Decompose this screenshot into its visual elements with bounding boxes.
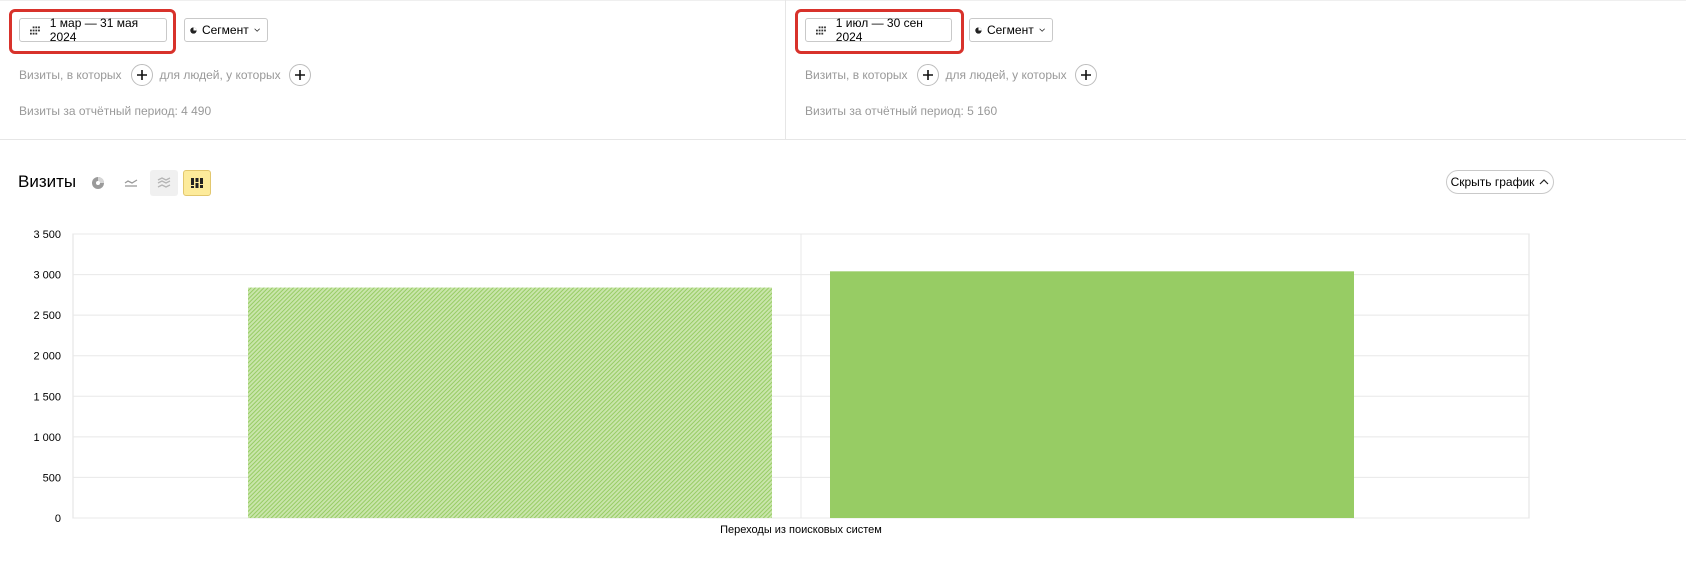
filter-people-label: для людей, у которых [159, 68, 281, 82]
bar-view-button[interactable] [183, 170, 211, 196]
x-axis-labels: Переходы из поисковых систем [720, 524, 882, 536]
line-view-button[interactable] [117, 170, 145, 196]
segment-button[interactable]: Сегмент [969, 18, 1053, 42]
period-total-visits: Визиты за отчётный период: 5 160 [805, 104, 998, 118]
area-view-button[interactable] [150, 170, 178, 196]
area-chart-icon [157, 177, 171, 188]
y-tick-label: 0 [55, 513, 61, 525]
calendar-icon [816, 25, 826, 35]
visits-bar-chart: 0 500 1 000 1 500 2 000 2 500 3 000 3 500 Перех… [33, 229, 1530, 536]
line-chart-icon [124, 179, 138, 187]
bar-chart-icon [191, 178, 203, 188]
date-range-button[interactable]: 1 июл — 30 сен 2024 [805, 16, 952, 44]
y-tick-label: 3 500 [33, 229, 61, 241]
segment-label: Сегмент [201, 23, 249, 37]
add-visit-condition-button[interactable] [130, 64, 153, 86]
add-visit-condition-button[interactable] [916, 64, 939, 86]
date-range-label: 1 мар — 31 мая 2024 [49, 16, 139, 44]
chevron-down-icon [1039, 28, 1045, 32]
add-people-condition-button[interactable] [1074, 64, 1097, 86]
segment-pie-icon [975, 26, 982, 34]
y-axis-ticks: 0 500 1 000 1 500 2 000 2 500 3 000 3 500 [33, 229, 61, 525]
bar-period-1[interactable] [248, 287, 772, 518]
y-tick-label: 1 500 [33, 391, 61, 403]
calendar-icon [30, 25, 40, 35]
hide-chart-label: Скрыть график [1450, 175, 1535, 189]
y-tick-label: 1 000 [33, 432, 61, 444]
segment-pie-icon [190, 26, 197, 34]
y-tick-label: 500 [43, 472, 61, 484]
segment-label: Сегмент [986, 23, 1034, 37]
pie-view-button[interactable] [84, 170, 112, 196]
pie-chart-icon [92, 177, 104, 189]
add-people-condition-button[interactable] [288, 64, 311, 86]
chart-title: Визиты [18, 172, 77, 191]
visit-filter-row: Визиты, в которых для людей, у которых [19, 64, 311, 86]
plus-icon [136, 70, 147, 80]
y-tick-label: 3 000 [33, 270, 61, 282]
segment-button[interactable]: Сегмент [184, 18, 268, 42]
filter-visits-label: Визиты, в которых [19, 68, 122, 82]
visit-filter-row: Визиты, в которых для людей, у которых [805, 64, 1097, 86]
date-range-label: 1 июл — 30 сен 2024 [835, 16, 923, 44]
hide-chart-button[interactable]: Скрыть график [1446, 170, 1554, 194]
plus-icon [294, 70, 305, 80]
panel-divider [0, 139, 1686, 140]
plus-icon [922, 70, 933, 80]
y-tick-label: 2 500 [33, 310, 61, 322]
x-category-label: Переходы из поисковых систем [720, 524, 882, 536]
period-total-visits: Визиты за отчётный период: 4 490 [19, 104, 212, 118]
filter-visits-label: Визиты, в которых [805, 68, 908, 82]
date-range-button[interactable]: 1 мар — 31 мая 2024 [19, 16, 167, 44]
y-tick-label: 2 000 [33, 351, 61, 363]
left-comparison-panel: 1 мар — 31 мая 2024 Сегмент Визиты, в ко… [0, 0, 786, 139]
chevron-up-icon [1539, 179, 1549, 185]
chevron-down-icon [254, 28, 260, 32]
filter-people-label: для людей, у которых [945, 68, 1067, 82]
bar-period-2[interactable] [830, 271, 1354, 518]
plus-icon [1080, 70, 1091, 80]
right-comparison-panel: 1 июл — 30 сен 2024 Сегмент Визиты, в ко… [786, 0, 1686, 139]
